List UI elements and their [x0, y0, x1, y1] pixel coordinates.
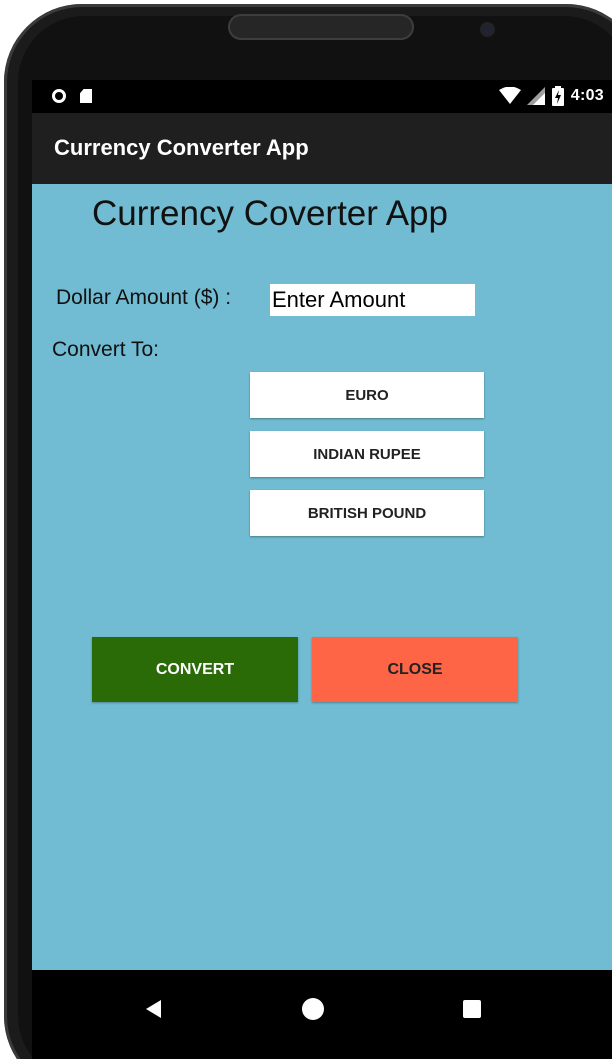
euro-button[interactable]: EURO: [250, 372, 484, 418]
page-heading: Currency Coverter App: [92, 194, 448, 233]
signal-icon: [526, 87, 545, 105]
screen: 4:03 Currency Converter App Currency Cov…: [32, 80, 612, 1059]
status-right: 4:03: [498, 86, 604, 106]
page: 4:03 Currency Converter App Currency Cov…: [0, 0, 612, 1059]
recents-icon[interactable]: [463, 1000, 481, 1018]
app-bar: Currency Converter App: [32, 113, 612, 184]
dollar-amount-input[interactable]: [270, 284, 475, 316]
convert-to-label: Convert To:: [52, 338, 159, 361]
record-icon: [52, 89, 66, 103]
status-time: 4:03: [570, 87, 604, 104]
dollar-amount-label: Dollar Amount ($) :: [56, 286, 232, 309]
front-camera: [482, 24, 493, 35]
speaker-grille: [228, 14, 414, 40]
home-icon[interactable]: [302, 998, 324, 1020]
status-bar: 4:03: [32, 80, 612, 113]
navigation-bar: [32, 970, 612, 1059]
convert-button[interactable]: CONVERT: [92, 637, 298, 702]
battery-charging-icon: [551, 86, 564, 106]
wifi-icon: [498, 87, 521, 104]
back-icon[interactable]: [146, 1000, 161, 1018]
sd-card-icon: [80, 89, 92, 103]
app-bar-title: Currency Converter App: [54, 135, 309, 160]
indian-rupee-button[interactable]: INDIAN RUPEE: [250, 431, 484, 477]
british-pound-button[interactable]: BRITISH POUND: [250, 490, 484, 536]
status-left: [52, 89, 92, 103]
close-button[interactable]: CLOSE: [312, 637, 518, 702]
